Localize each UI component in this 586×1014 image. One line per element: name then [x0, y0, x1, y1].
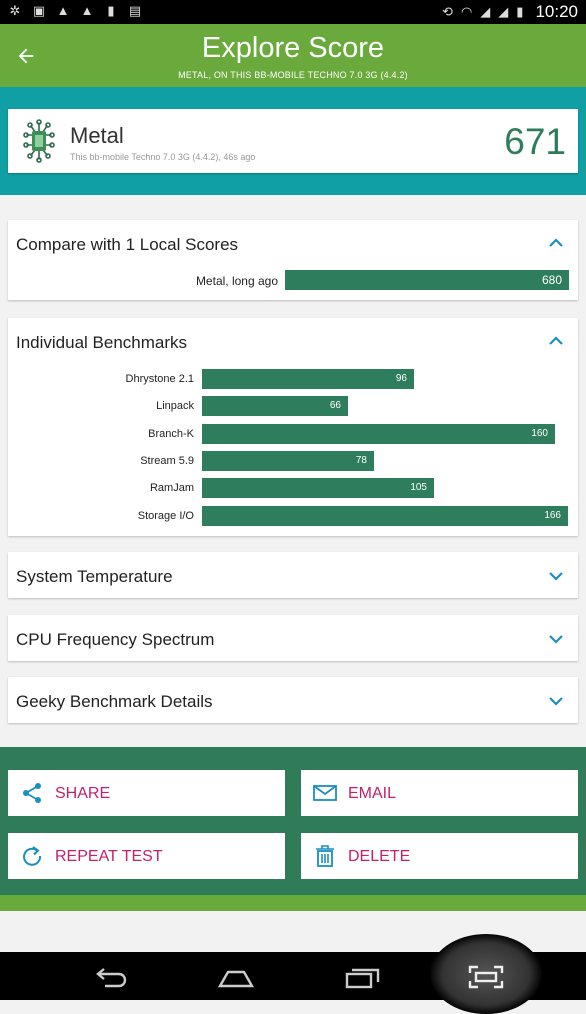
benchmark-label: Dhrystone 2.1	[125, 373, 194, 385]
chevron-up-icon[interactable]	[548, 236, 564, 248]
benchmark-bar: 96	[202, 369, 414, 389]
delete-button[interactable]: DELETE	[301, 833, 578, 879]
benchmark-label: Stream 5.9	[140, 454, 194, 467]
compare-row-bar: 680	[285, 270, 569, 290]
battery-icon: ▮	[516, 4, 524, 19]
share-label: SHARE	[55, 785, 111, 802]
repeat-test-button[interactable]: REPEAT TEST	[8, 833, 285, 879]
navigation-bar	[0, 934, 586, 1014]
chevron-down-icon[interactable]	[548, 695, 564, 707]
lock-icon: ▮	[107, 3, 115, 18]
footer-strip	[0, 895, 586, 911]
benchmark-label: Storage I/O	[137, 509, 194, 522]
benchmark-bar: 166	[202, 505, 568, 526]
benchmark-label: Branch-K	[148, 427, 194, 440]
clipboard-icon: ▤	[128, 3, 142, 18]
usb-icon: ✲	[9, 3, 21, 18]
benchmarks-card: Individual Benchmarks Dhrystone 2.1 96 Lin…	[8, 318, 578, 536]
benchmark-bar: 78	[202, 450, 374, 471]
score-card: Metal This bb-mobile Techno 7.0 3G (4.4.…	[8, 109, 578, 173]
benchmark-label: RamJam	[149, 482, 194, 495]
signal-icon: ◢	[480, 4, 491, 19]
system-icons: ⟲ ◠ ◢ ◢ ▮ 10:20	[442, 2, 578, 22]
chevron-down-icon[interactable]	[548, 570, 564, 582]
benchmarks-title: Individual Benchmarks	[16, 333, 188, 352]
benchmark-value: 66	[329, 400, 341, 412]
section-cpu-frequency-spectrum[interactable]: CPU Frequency Spectrum	[8, 615, 578, 661]
status-bar: ✲ ▣ ▲ ▲ ▮ ▤ ⟲ ◠ ◢ ◢ ▮ 10:20	[0, 0, 586, 24]
compare-card: Compare with 1 Local Scores Metal, long …	[8, 220, 578, 300]
envelope-icon	[313, 785, 337, 801]
benchmark-value: 105	[410, 482, 427, 494]
section-geeky-benchmark-details[interactable]: Geeky Benchmark Details	[8, 677, 578, 723]
page-subtitle: METAL, ON THIS BB-MOBILE TECHNO 7.0 3G (…	[178, 70, 408, 80]
trash-icon	[316, 845, 334, 867]
benchmark-value: 160	[531, 427, 548, 439]
benchmark-label: Linpack	[156, 400, 194, 413]
section-system-temperature[interactable]: System Temperature	[8, 552, 578, 598]
back-nav-icon[interactable]	[91, 964, 131, 990]
benchmark-value: 166	[544, 509, 561, 521]
home-nav-icon[interactable]	[216, 964, 256, 990]
benchmark-value: 96	[395, 373, 407, 384]
share-icon	[23, 783, 41, 803]
image-icon: ▣	[32, 3, 46, 18]
signal-icon: ◢	[498, 4, 509, 19]
chevron-down-icon[interactable]	[548, 633, 564, 645]
benchmark-value: 78	[355, 454, 367, 466]
benchmark-score: 671	[504, 121, 566, 162]
email-label: EMAIL	[348, 785, 397, 802]
warning-icon: ▲	[80, 3, 94, 18]
email-button[interactable]: EMAIL	[301, 770, 578, 816]
app-bar: Explore Score METAL, ON THIS BB-MOBILE T…	[0, 24, 586, 87]
chip-icon	[23, 119, 55, 163]
section-title: System Temperature	[16, 567, 173, 586]
section-title: CPU Frequency Spectrum	[16, 630, 215, 649]
compare-title: Compare with 1 Local Scores	[16, 235, 239, 254]
action-panel: SHARE EMAIL REPEAT TEST DELETE	[0, 747, 586, 895]
refresh-icon	[23, 846, 42, 866]
share-button[interactable]: SHARE	[8, 770, 285, 816]
benchmark-name: Metal	[70, 123, 124, 148]
benchmark-description: This bb-mobile Techno 7.0 3G (4.4.2), 46…	[70, 152, 256, 162]
rotate-icon: ⟲	[442, 4, 453, 19]
repeat-test-label: REPEAT TEST	[55, 848, 163, 865]
benchmark-bar: 66	[202, 396, 348, 417]
recents-nav-icon[interactable]	[343, 964, 383, 990]
benchmark-bar: 160	[202, 423, 555, 444]
benchmark-bar: 105	[202, 478, 434, 499]
status-time: 10:20	[535, 2, 578, 21]
page-title: Explore Score	[201, 32, 385, 64]
delete-label: DELETE	[348, 848, 411, 865]
section-title: Geeky Benchmark Details	[16, 692, 213, 711]
warning-icon: ▲	[56, 3, 70, 18]
wifi-icon: ◠	[460, 4, 473, 19]
chevron-up-icon[interactable]	[548, 334, 564, 346]
compare-row-label: Metal, long ago	[195, 274, 278, 288]
screenshot-nav-icon[interactable]	[466, 964, 506, 990]
notification-icons: ✲ ▣ ▲ ▲ ▮ ▤	[8, 4, 142, 18]
compare-row-value: 680	[541, 273, 562, 287]
